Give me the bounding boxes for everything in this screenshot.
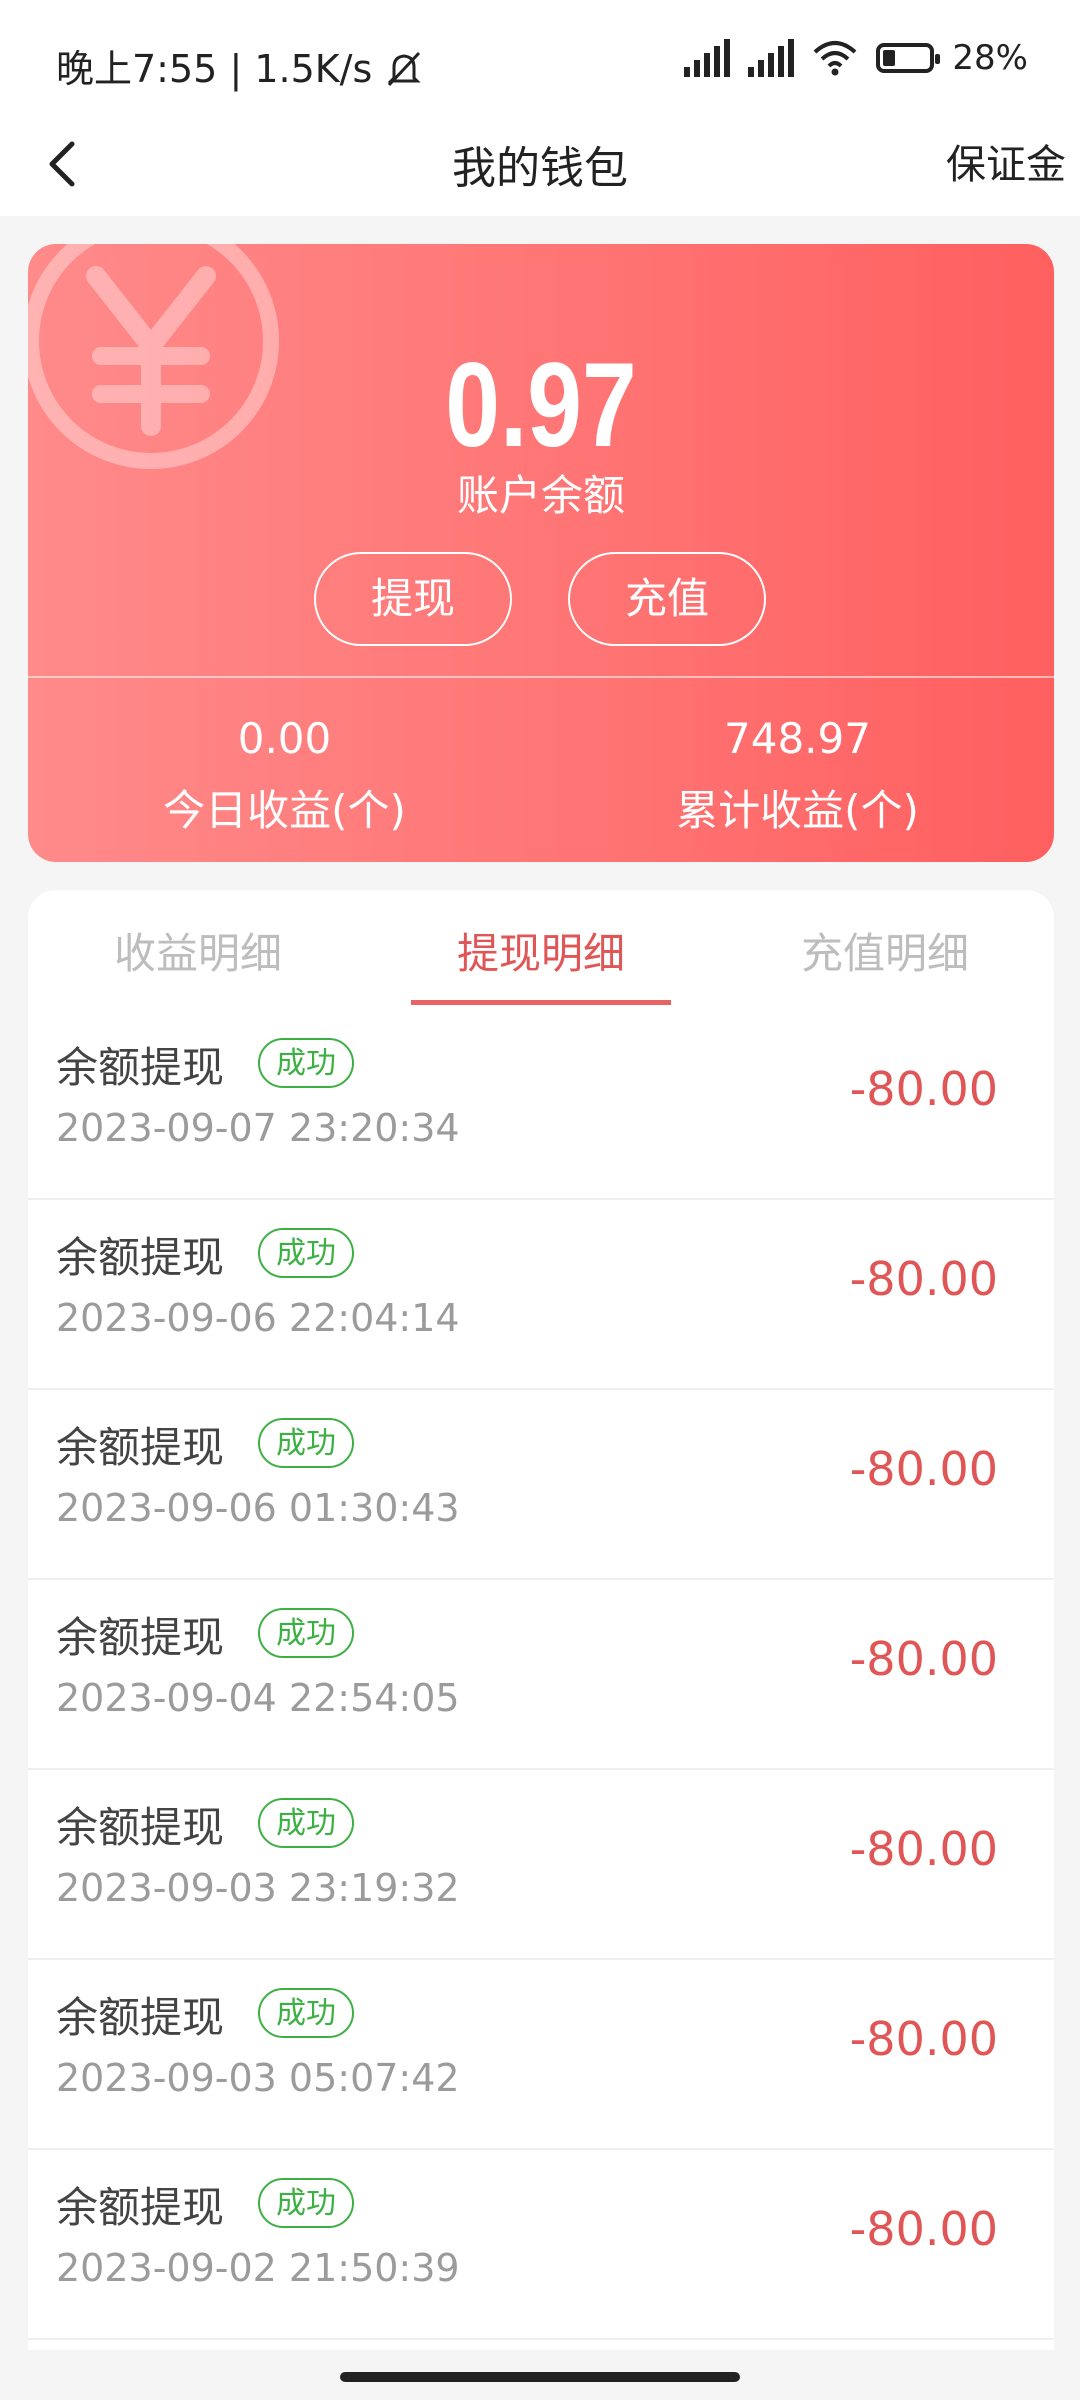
wifi-icon bbox=[814, 41, 857, 76]
status-badge: 成功 bbox=[258, 1418, 354, 1468]
record-amount: -80.00 bbox=[849, 1442, 998, 1496]
wallet-card: 0.97 账户余额 提现 充值 0.00 今日收益(个) 748.97 累计收益… bbox=[28, 244, 1054, 862]
list-item[interactable]: 余额提现 成功 2023-09-02 21:50:39 -80.00 bbox=[28, 2150, 1054, 2340]
page-title: 我的钱包 bbox=[452, 143, 628, 194]
tab-earnings-details[interactable]: 收益明细 bbox=[68, 920, 328, 981]
record-amount: -80.00 bbox=[849, 1252, 998, 1306]
recharge-button[interactable]: 充值 bbox=[568, 552, 766, 646]
record-name: 余额提现 bbox=[56, 1233, 225, 1282]
record-name: 余额提现 bbox=[56, 1423, 225, 1472]
record-name: 余额提现 bbox=[56, 1613, 225, 1662]
record-amount: -80.00 bbox=[849, 1632, 998, 1686]
active-tab-indicator bbox=[411, 1000, 671, 1005]
record-time: 2023-09-02 21:50:39 bbox=[56, 2246, 460, 2290]
bell-off-icon bbox=[387, 51, 421, 87]
record-amount: -80.00 bbox=[849, 1062, 998, 1116]
status-badge: 成功 bbox=[258, 2178, 354, 2228]
home-indicator[interactable] bbox=[340, 2372, 740, 2382]
status-left: 晚上7:55 | 1.5K/s bbox=[56, 38, 424, 93]
list-item[interactable]: 余额提现 成功 2023-09-03 05:07:42 -80.00 bbox=[28, 1960, 1054, 2150]
status-separator: | bbox=[229, 47, 255, 91]
list-item[interactable]: 余额提现 成功 2023-09-06 22:04:14 -80.00 bbox=[28, 1200, 1054, 1390]
battery-level: 28% bbox=[952, 38, 1028, 78]
tab-withdraw-details[interactable]: 提现明细 bbox=[411, 920, 671, 981]
status-badge: 成功 bbox=[258, 1798, 354, 1848]
record-name: 余额提现 bbox=[56, 1803, 225, 1852]
record-name: 余额提现 bbox=[56, 1043, 225, 1092]
record-time: 2023-09-07 23:20:34 bbox=[56, 1106, 460, 1150]
signal-icon bbox=[684, 39, 731, 77]
tab-bar: 收益明细 提现明细 充值明细 bbox=[28, 890, 1054, 1010]
status-right: 28% bbox=[684, 38, 1028, 78]
card-divider bbox=[28, 676, 1054, 678]
network-speed: 1.5K/s bbox=[254, 47, 373, 91]
today-earnings-value: 0.00 bbox=[237, 714, 332, 763]
list-item[interactable]: 余额提现 成功 2023-09-04 22:54:05 -80.00 bbox=[28, 1580, 1054, 1770]
signal-icon-2 bbox=[748, 39, 795, 77]
total-earnings: 748.97 累计收益(个) bbox=[541, 714, 1054, 838]
record-time: 2023-09-04 22:54:05 bbox=[56, 1676, 460, 1720]
total-earnings-value: 748.97 bbox=[724, 714, 871, 763]
balance-label: 账户余额 bbox=[456, 471, 625, 520]
records-panel: 收益明细 提现明细 充值明细 余额提现 成功 2023-09-07 23:20:… bbox=[28, 890, 1054, 2350]
record-time: 2023-09-03 05:07:42 bbox=[56, 2056, 460, 2100]
status-badge: 成功 bbox=[258, 1608, 354, 1658]
status-badge: 成功 bbox=[258, 1038, 354, 1088]
total-earnings-label: 累计收益(个) bbox=[676, 786, 919, 835]
account-balance: 0.97 bbox=[445, 338, 637, 472]
status-time: 晚上7:55 bbox=[56, 47, 218, 91]
tab-recharge-details[interactable]: 充值明细 bbox=[755, 920, 1015, 981]
record-amount: -80.00 bbox=[849, 2012, 998, 2066]
record-amount: -80.00 bbox=[849, 1822, 998, 1876]
today-earnings-label: 今日收益(个) bbox=[163, 786, 406, 835]
list-item[interactable]: 余额提现 成功 2023-09-03 23:19:32 -80.00 bbox=[28, 1770, 1054, 1960]
record-name: 余额提现 bbox=[56, 2183, 225, 2232]
status-bar: 晚上7:55 | 1.5K/s 28% bbox=[0, 0, 1080, 120]
record-time: 2023-09-06 22:04:14 bbox=[56, 1296, 460, 1340]
record-time: 2023-09-06 01:30:43 bbox=[56, 1486, 460, 1530]
status-badge: 成功 bbox=[258, 1228, 354, 1278]
list-item[interactable]: 余额提现 成功 2023-09-06 01:30:43 -80.00 bbox=[28, 1390, 1054, 1580]
deposit-link[interactable]: 保证金 bbox=[946, 132, 1066, 190]
battery-icon bbox=[876, 43, 941, 73]
today-earnings: 0.00 今日收益(个) bbox=[28, 714, 541, 838]
status-badge: 成功 bbox=[258, 1988, 354, 2038]
record-name: 余额提现 bbox=[56, 1993, 225, 2042]
record-time: 2023-09-03 23:19:32 bbox=[56, 1866, 460, 1910]
withdraw-button[interactable]: 提现 bbox=[314, 552, 512, 646]
record-amount: -80.00 bbox=[849, 2202, 998, 2256]
list-item[interactable]: 余额提现 成功 2023-09-07 23:20:34 -80.00 bbox=[28, 1010, 1054, 1200]
app-header: 我的钱包 保证金 bbox=[0, 120, 1080, 216]
